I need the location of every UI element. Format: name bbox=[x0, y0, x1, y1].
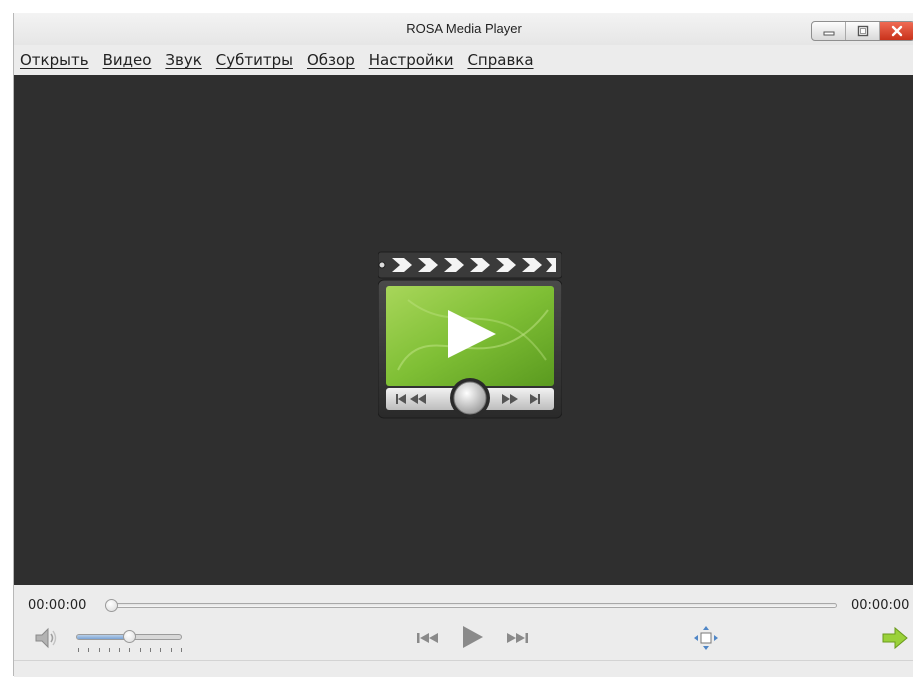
menu-audio[interactable]: Звук bbox=[165, 51, 201, 69]
close-button[interactable] bbox=[880, 22, 913, 40]
menu-video[interactable]: Видео bbox=[103, 51, 152, 69]
status-bar bbox=[14, 660, 913, 677]
play-icon bbox=[463, 626, 483, 648]
minimize-icon bbox=[823, 31, 834, 36]
volume-level-fill bbox=[77, 635, 129, 639]
menu-bar: Открыть Видео Звук Субтитры Обзор Настро… bbox=[14, 45, 913, 75]
volume-scale bbox=[78, 648, 182, 653]
green-arrow-right-icon bbox=[882, 626, 908, 650]
window-title: ROSA Media Player bbox=[406, 21, 522, 36]
close-icon bbox=[891, 25, 903, 37]
menu-subtitles[interactable]: Субтитры bbox=[216, 51, 293, 69]
speaker-icon bbox=[35, 627, 57, 649]
fullscreen-button[interactable] bbox=[692, 625, 720, 651]
menu-open[interactable]: Открыть bbox=[20, 51, 89, 69]
elapsed-time: 00:00:00 bbox=[28, 598, 87, 613]
control-panel: 00:00:00 00:00:00 bbox=[14, 585, 913, 677]
skip-previous-icon bbox=[417, 633, 438, 643]
play-button[interactable] bbox=[457, 622, 487, 652]
media-player-window: ROSA Media Player Открыть Видео Звук Суб… bbox=[13, 13, 913, 677]
previous-button[interactable] bbox=[414, 627, 442, 649]
clapperboard-play-icon bbox=[377, 250, 563, 420]
playlist-toggle-button[interactable] bbox=[880, 625, 910, 651]
title-bar[interactable]: ROSA Media Player bbox=[14, 13, 913, 45]
seek-handle[interactable] bbox=[105, 599, 118, 612]
total-time: 00:00:00 bbox=[851, 598, 910, 613]
window-controls bbox=[811, 21, 913, 41]
maximize-button[interactable] bbox=[846, 22, 880, 40]
next-button[interactable] bbox=[503, 627, 531, 649]
fullscreen-move-icon bbox=[694, 626, 718, 650]
menu-settings[interactable]: Настройки bbox=[369, 51, 454, 69]
mute-button[interactable] bbox=[32, 625, 60, 651]
seek-slider[interactable] bbox=[111, 603, 837, 608]
minimize-button[interactable] bbox=[812, 22, 846, 40]
skip-next-icon bbox=[507, 633, 528, 643]
menu-browse[interactable]: Обзор bbox=[307, 51, 355, 69]
menu-help[interactable]: Справка bbox=[467, 51, 533, 69]
maximize-icon bbox=[857, 25, 868, 37]
volume-handle[interactable] bbox=[123, 630, 136, 643]
video-area[interactable] bbox=[14, 75, 913, 585]
